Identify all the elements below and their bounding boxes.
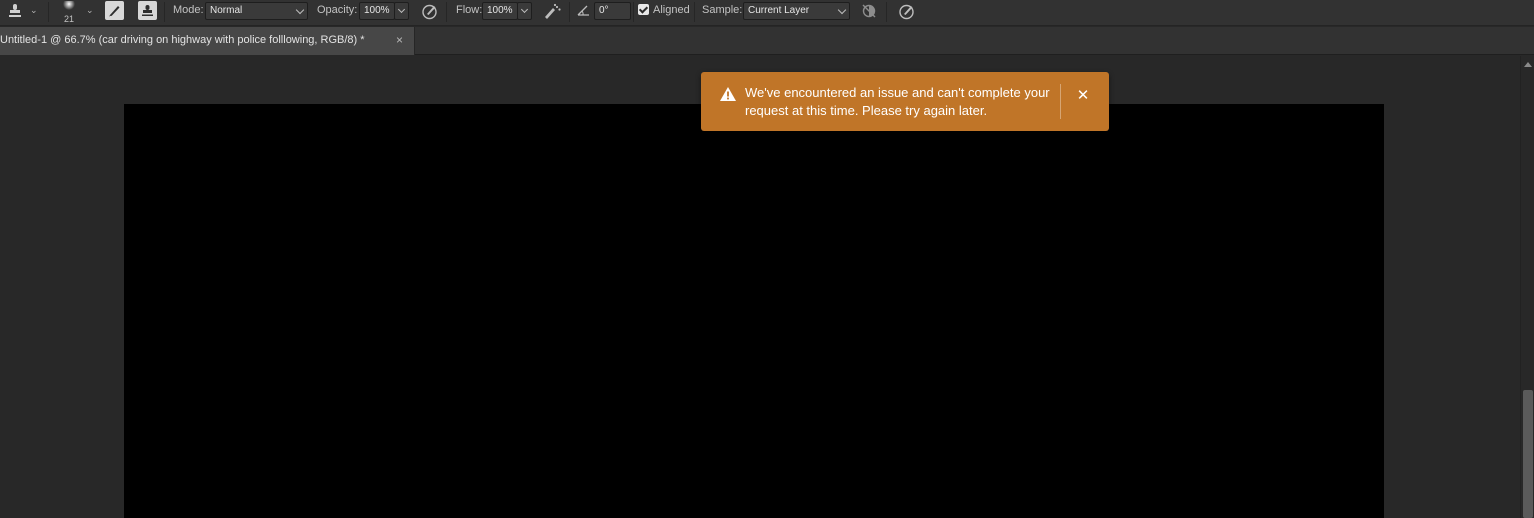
- error-toast: We've encountered an issue and can't com…: [701, 72, 1109, 131]
- flow-value: 100%: [487, 5, 513, 16]
- chevron-down-icon: [520, 5, 529, 14]
- toast-message: We've encountered an issue and can't com…: [745, 85, 1050, 118]
- airbrush-icon[interactable]: [542, 2, 562, 20]
- opacity-value: 100%: [364, 5, 390, 16]
- scrollbar-thumb[interactable]: [1523, 390, 1533, 518]
- aligned-label: Aligned: [653, 4, 690, 16]
- aligned-checkbox[interactable]: [638, 4, 649, 15]
- options-bar: ⌄ 21 ⌄ Mode: Normal Opacity: 100% Flow: …: [0, 0, 1534, 26]
- document-tab[interactable]: Untitled-1 @ 66.7% (car driving on highw…: [0, 27, 415, 55]
- document-tab-title: Untitled-1 @ 66.7% (car driving on highw…: [0, 34, 365, 46]
- clone-stamp-icon[interactable]: [6, 2, 24, 20]
- opacity-label: Opacity:: [317, 4, 358, 16]
- toast-divider: [1060, 84, 1061, 119]
- brush-preset-chevron-down-icon[interactable]: ⌄: [86, 5, 94, 16]
- brush-preset-icon[interactable]: [62, 0, 76, 12]
- close-tab-icon[interactable]: ×: [396, 33, 403, 47]
- mode-select[interactable]: Normal: [205, 2, 308, 20]
- ignore-adjustment-layers-icon[interactable]: [860, 2, 878, 20]
- chevron-down-icon: [295, 5, 305, 15]
- document-canvas[interactable]: [124, 104, 1384, 518]
- angle-icon: [576, 3, 590, 17]
- pressure-size-icon[interactable]: [897, 2, 915, 20]
- scroll-up-arrow-icon[interactable]: [1524, 62, 1532, 67]
- flow-dropdown[interactable]: [517, 2, 532, 20]
- mode-label: Mode:: [173, 4, 204, 16]
- pressure-opacity-icon[interactable]: [420, 2, 438, 20]
- sample-select[interactable]: Current Layer: [743, 2, 850, 20]
- tool-preset-chevron-down-icon[interactable]: ⌄: [30, 5, 38, 16]
- opacity-input[interactable]: 100%: [359, 2, 395, 20]
- flow-input[interactable]: 100%: [482, 2, 518, 20]
- warning-icon: [719, 86, 737, 105]
- toggle-brush-settings-icon[interactable]: [105, 1, 124, 20]
- angle-input[interactable]: 0°: [594, 2, 631, 20]
- toast-close-icon[interactable]: ✕: [1076, 86, 1090, 104]
- document-tab-bar: Untitled-1 @ 66.7% (car driving on highw…: [0, 27, 1534, 55]
- chevron-down-icon: [837, 5, 847, 15]
- flow-label: Flow:: [456, 4, 483, 16]
- sample-value: Current Layer: [748, 5, 810, 16]
- sample-label: Sample:: [702, 4, 743, 16]
- vertical-scrollbar[interactable]: [1520, 56, 1534, 518]
- toggle-clone-source-icon[interactable]: [138, 1, 157, 20]
- chevron-down-icon: [397, 5, 406, 14]
- opacity-dropdown[interactable]: [394, 2, 409, 20]
- angle-value: 0°: [599, 5, 609, 16]
- brush-size-label: 21: [64, 14, 75, 24]
- mode-value: Normal: [210, 5, 243, 16]
